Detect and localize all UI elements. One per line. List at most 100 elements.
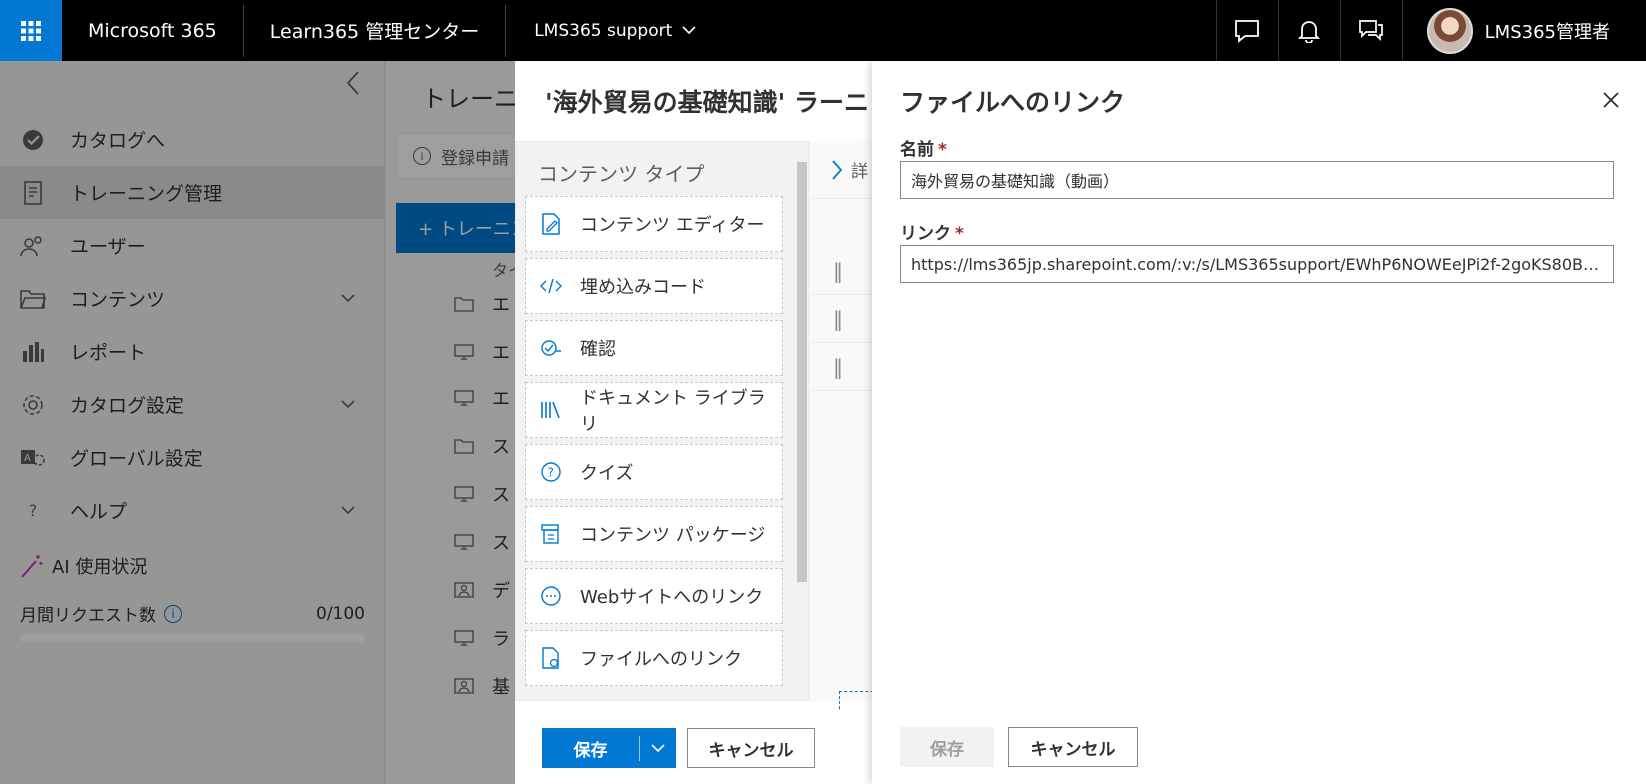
top-bar: Microsoft 365 Learn365 管理センター LMS365 sup… <box>0 0 1646 61</box>
drag-handle[interactable]: ‖ <box>811 247 875 295</box>
document-library-icon <box>540 399 562 421</box>
conversations-button[interactable] <box>1339 0 1402 61</box>
monitor-icon <box>454 485 474 503</box>
user-name: LMS365管理者 <box>1484 21 1610 43</box>
magic-wand-icon <box>21 555 43 578</box>
info-icon: i <box>413 147 431 165</box>
content-type-label: クイズ <box>580 463 634 484</box>
content-type-item[interactable]: 確認 <box>525 320 783 376</box>
collapse-sidebar-button[interactable] <box>346 69 360 102</box>
notice-bar: i 登録申請 <box>396 133 526 179</box>
sidebar-item-help[interactable]: ? ヘルプ <box>0 484 385 537</box>
close-button[interactable] <box>1600 89 1622 111</box>
scrollbar[interactable] <box>797 152 807 697</box>
content-type-label: ファイルへのリンク <box>580 649 742 670</box>
row-title: エ <box>492 389 510 410</box>
sidebar-item-label: ヘルプ <box>70 501 128 523</box>
row-title: ス <box>492 437 510 458</box>
classroom-icon <box>454 581 474 599</box>
save-button-label: 保存 <box>542 735 640 761</box>
content-type-label: コンテンツ エディター <box>580 215 765 236</box>
row-title: ス <box>492 485 510 506</box>
learning-path-content-area: 詳 ‖ ‖ ‖ <box>811 141 875 701</box>
monthly-requests-count: 0/100 <box>316 603 365 624</box>
required-marker: * <box>955 224 964 244</box>
row-title: 基 <box>492 677 510 698</box>
folder-icon <box>18 284 48 314</box>
monitor-icon <box>454 533 474 551</box>
content-type-heading: コンテンツ タイプ <box>538 162 705 186</box>
name-label-text: 名前 <box>900 140 934 160</box>
sidebar-item-content[interactable]: コンテンツ <box>0 272 385 325</box>
content-type-label: コンテンツ パッケージ <box>580 525 766 546</box>
sidebar-item-reports[interactable]: レポート <box>0 325 385 378</box>
chevron-right-icon <box>832 159 843 180</box>
sidebar-item-label: ユーザー <box>70 236 146 258</box>
drag-handle[interactable]: ‖ <box>811 295 875 343</box>
monthly-requests-progress <box>20 634 365 642</box>
content-type-item[interactable]: ドキュメント ライブラリ <box>525 382 783 438</box>
chevron-down-icon <box>341 400 355 409</box>
info-icon[interactable]: i <box>164 604 182 623</box>
conversation-icon <box>1359 19 1384 41</box>
name-label: 名前 * <box>900 135 947 160</box>
panel-title: ファイルへのリンク <box>900 88 1126 117</box>
row-title: ラ <box>492 629 510 650</box>
row-title: エ <box>492 295 510 316</box>
save-options-dropdown[interactable] <box>640 743 676 753</box>
content-type-item[interactable]: 埋め込みコード <box>525 258 783 314</box>
cancel-button[interactable]: キャンセル <box>1008 727 1138 767</box>
content-type-item[interactable]: ファイルへのリンク <box>525 630 783 686</box>
drag-handle[interactable]: ‖ <box>811 343 875 391</box>
monitor-icon <box>454 629 474 647</box>
file-link-icon <box>540 647 562 669</box>
sidebar-item-catalog[interactable]: カタログへ <box>0 113 385 166</box>
content-type-item[interactable]: Webサイトへのリンク <box>525 568 783 624</box>
help-icon: ? <box>28 501 38 520</box>
sidebar-nav: カタログへ トレーニング管理 ユーザー コンテンツ レポート カタログ設定 A … <box>0 113 385 537</box>
content-type-item[interactable]: コンテンツ エディター <box>525 196 783 252</box>
add-training-button[interactable]: + トレーニング <box>396 203 526 253</box>
web-link-icon <box>540 585 562 607</box>
ai-usage-heading: AI 使用状況 <box>20 553 147 579</box>
site-selector[interactable]: LMS365 support <box>506 21 724 41</box>
feedback-button[interactable] <box>1215 0 1278 61</box>
app-name[interactable]: Learn365 管理センター <box>244 17 505 44</box>
content-type-item[interactable]: コンテンツ パッケージ <box>525 506 783 562</box>
user-menu[interactable]: LMS365管理者 <box>1401 0 1646 61</box>
monthly-requests-row: 月間リクエスト数 i 0/100 <box>20 601 365 627</box>
folder-icon <box>454 437 474 455</box>
sidebar-item-users[interactable]: ユーザー <box>0 219 385 272</box>
sidebar-item-global-settings[interactable]: A グローバル設定 <box>0 431 385 484</box>
row-title: エ <box>492 343 510 364</box>
content-type-item[interactable]: ? クイズ <box>525 444 783 500</box>
scrollbar-thumb[interactable] <box>797 162 807 582</box>
cancel-button[interactable]: キャンセル <box>687 728 815 768</box>
link-label-text: リンク <box>900 224 951 244</box>
name-input[interactable] <box>900 161 1614 199</box>
app-launcher-button[interactable] <box>0 0 62 61</box>
sidebar-item-training-management[interactable]: トレーニング管理 <box>0 166 385 219</box>
save-split-button[interactable]: 保存 <box>542 728 676 768</box>
link-input-value: https://lms365jp.sharepoint.com/:v:/s/LM… <box>911 254 1603 274</box>
sidebar-item-catalog-settings[interactable]: カタログ設定 <box>0 378 385 431</box>
embed-code-icon <box>540 275 562 297</box>
details-header[interactable]: 詳 <box>811 141 875 199</box>
ai-usage-label: AI 使用状況 <box>52 557 148 578</box>
monitor-icon <box>454 389 474 407</box>
save-button[interactable]: 保存 <box>900 727 994 767</box>
site-name: LMS365 support <box>534 20 673 41</box>
bell-icon <box>1298 20 1321 43</box>
brand-label[interactable]: Microsoft 365 <box>62 20 243 42</box>
details-header-text: 詳 <box>851 162 868 182</box>
confirm-icon <box>540 337 562 359</box>
content-type-list: コンテンツ タイプ コンテンツ エディター埋め込みコード 確認ドキュメント ライブ… <box>515 141 810 701</box>
svg-text:?: ? <box>548 466 554 480</box>
chevron-down-icon <box>682 26 696 35</box>
content-package-icon <box>540 523 562 545</box>
chevron-down-icon <box>341 506 355 515</box>
avatar <box>1426 7 1473 54</box>
notifications-button[interactable] <box>1277 0 1340 61</box>
link-input[interactable]: https://lms365jp.sharepoint.com/:v:/s/LM… <box>900 245 1614 283</box>
gear-icon <box>18 390 48 420</box>
